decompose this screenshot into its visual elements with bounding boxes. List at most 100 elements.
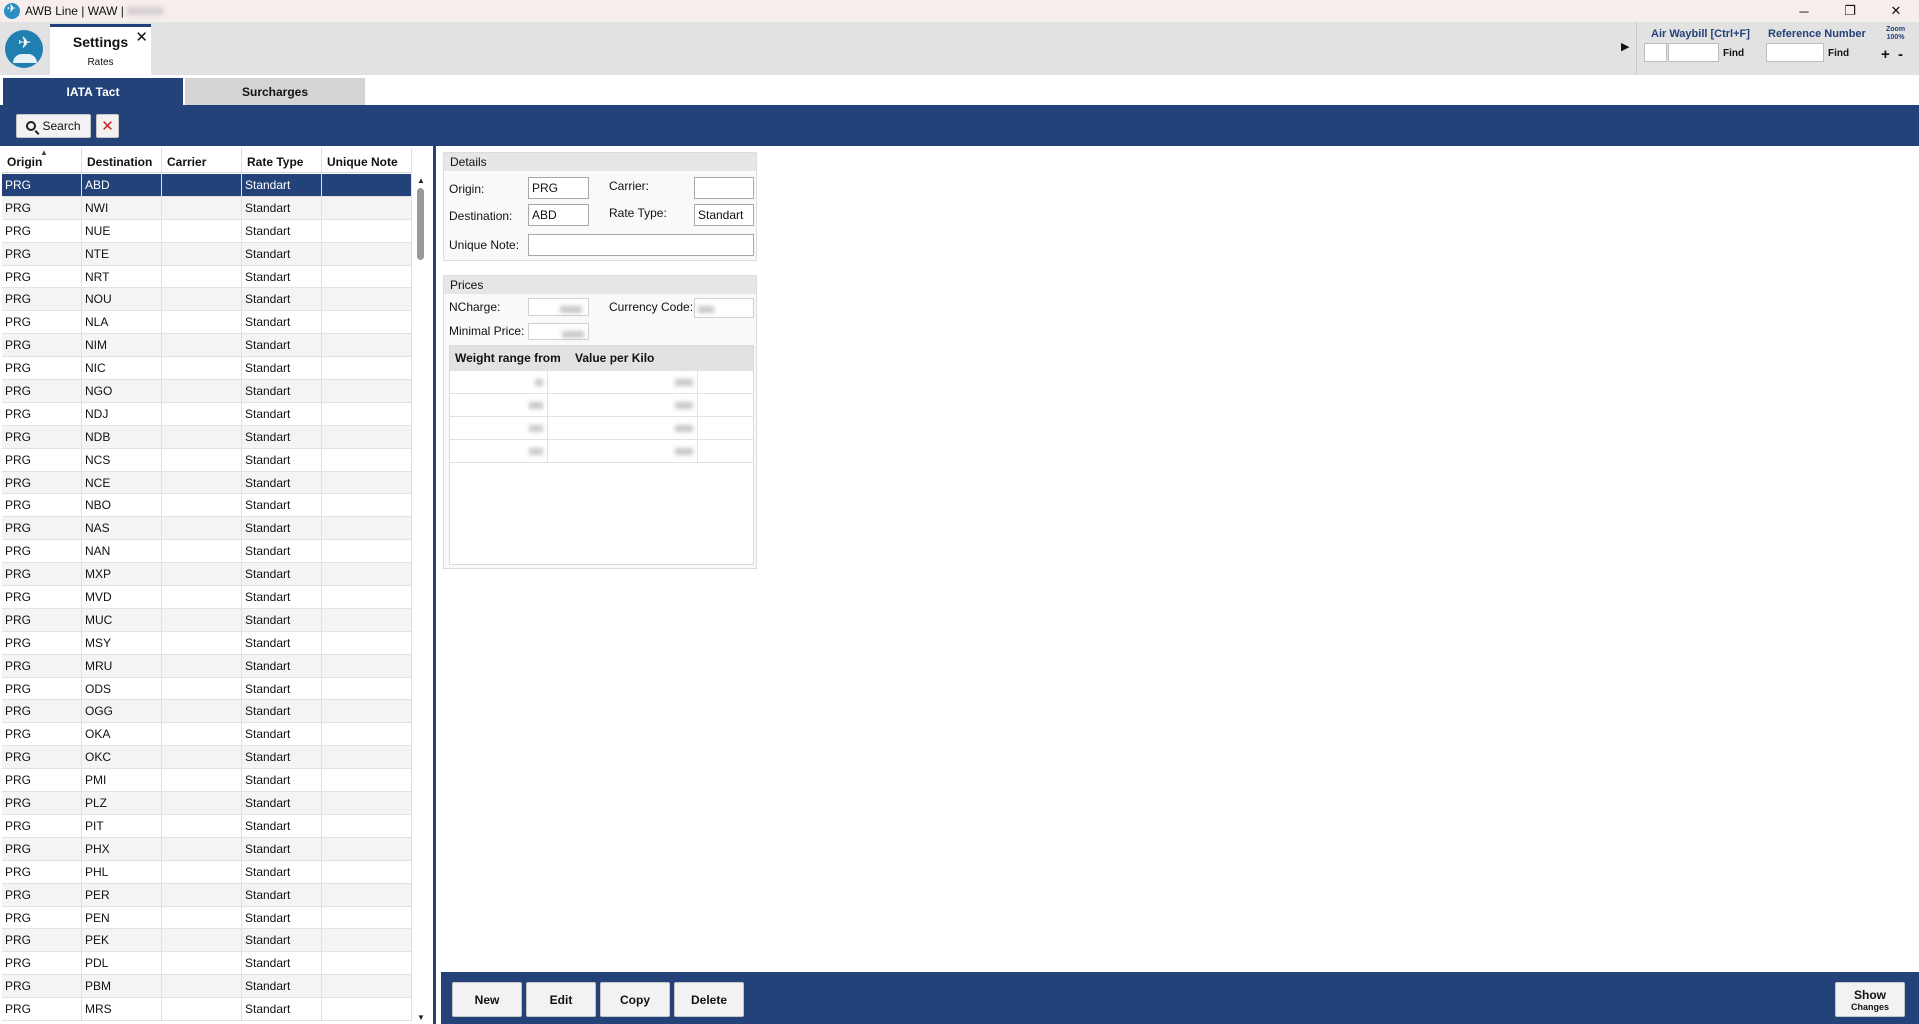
table-row[interactable]: PRG NWI Standart [2, 196, 412, 220]
cell-origin: PRG [2, 494, 82, 517]
column-header-unique-note[interactable]: Unique Note [322, 148, 412, 173]
cell-rate-type: Standart [242, 174, 322, 196]
scroll-up-icon[interactable]: ▲ [417, 176, 425, 185]
cell-carrier [162, 586, 242, 608]
weight-grid-row[interactable] [450, 371, 753, 394]
ncharge-field[interactable] [528, 298, 589, 316]
carrier-label: Carrier: [609, 179, 650, 193]
table-row[interactable]: PRG NAS Standart [2, 517, 412, 541]
zoom-in-button[interactable]: + [1881, 46, 1890, 63]
table-row[interactable]: PRG NTE Standart [2, 242, 412, 266]
table-row[interactable]: PRG PHX Standart [2, 837, 412, 861]
table-row[interactable]: PRG ABD Standart [2, 174, 412, 197]
app-logo[interactable]: ✈ [5, 30, 43, 68]
copy-button[interactable]: Copy [600, 982, 670, 1017]
table-row[interactable]: PRG OKC Standart [2, 746, 412, 770]
table-row[interactable]: PRG NIM Standart [2, 334, 412, 358]
minimize-button[interactable]: ─ [1781, 0, 1827, 22]
table-row[interactable]: PRG NDJ Standart [2, 402, 412, 426]
table-row[interactable]: PRG PBM Standart [2, 975, 412, 999]
table-row[interactable]: PRG NLA Standart [2, 311, 412, 335]
pane-splitter[interactable] [433, 146, 436, 1024]
table-row[interactable]: PRG ODS Standart [2, 677, 412, 701]
document-tab-settings[interactable]: Settings Rates ✕ [50, 24, 151, 75]
edit-button[interactable]: Edit [526, 982, 596, 1017]
cell-carrier [162, 792, 242, 814]
table-row[interactable]: PRG NCS Standart [2, 448, 412, 472]
table-row[interactable]: PRG MSY Standart [2, 631, 412, 655]
restore-button[interactable]: ❐ [1827, 0, 1873, 22]
clear-filter-button[interactable]: ✕ [96, 114, 119, 138]
table-row[interactable]: PRG NCE Standart [2, 471, 412, 495]
cell-carrier [162, 654, 242, 677]
table-row[interactable]: PRG MUC Standart [2, 608, 412, 632]
table-row[interactable]: PRG PLZ Standart [2, 792, 412, 815]
awb-find-button[interactable]: Find [1723, 48, 1744, 59]
weight-grid-header: Weight range from Value per Kilo [450, 346, 753, 371]
column-header-origin[interactable]: ▲ Origin [2, 148, 82, 173]
table-row[interactable]: PRG MVD Standart [2, 586, 412, 609]
tab-surcharges[interactable]: Surcharges [185, 78, 365, 105]
close-window-button[interactable]: ✕ [1873, 0, 1919, 22]
table-row[interactable]: PRG NIC Standart [2, 357, 412, 381]
awb-number-input[interactable] [1668, 43, 1719, 62]
column-header-destination[interactable]: Destination [82, 148, 162, 173]
module-tabs: IATA Tact Surcharges [0, 75, 1919, 105]
carrier-field[interactable] [694, 177, 754, 199]
scroll-down-icon[interactable]: ▼ [417, 1013, 425, 1022]
table-row[interactable]: PRG MRU Standart [2, 654, 412, 678]
weight-grid-row[interactable] [450, 394, 753, 417]
cell-weight-from [450, 371, 548, 393]
currency-code-field[interactable] [694, 298, 754, 318]
table-row[interactable]: PRG NGO Standart [2, 380, 412, 403]
table-row[interactable]: PRG PIT Standart [2, 814, 412, 838]
awb-prefix-input[interactable] [1644, 43, 1667, 62]
destination-label: Destination: [449, 209, 513, 223]
table-row[interactable]: PRG MXP Standart [2, 563, 412, 587]
search-button[interactable]: Search [16, 114, 91, 138]
delete-button[interactable]: Delete [674, 982, 744, 1017]
table-row[interactable]: PRG NOU Standart [2, 288, 412, 312]
table-row[interactable]: PRG NUE Standart [2, 219, 412, 243]
new-button[interactable]: New [452, 982, 522, 1017]
destination-field[interactable]: ABD [528, 204, 589, 226]
table-scrollbar[interactable]: ▲ ▼ [414, 146, 426, 1024]
table-row[interactable]: PRG NDB Standart [2, 425, 412, 449]
reference-find-button[interactable]: Find [1828, 48, 1849, 59]
table-row[interactable]: PRG PDL Standart [2, 952, 412, 976]
cell-rate-type: Standart [242, 906, 322, 929]
cell-rate-type: Standart [242, 380, 322, 402]
origin-field[interactable]: PRG [528, 177, 589, 199]
show-changes-button[interactable]: Show Changes [1835, 982, 1905, 1017]
table-row[interactable]: PRG PER Standart [2, 883, 412, 907]
table-row[interactable]: PRG PHL Standart [2, 860, 412, 884]
cell-origin: PRG [2, 608, 82, 631]
zoom-out-button[interactable]: - [1898, 46, 1903, 63]
table-row[interactable]: PRG PEN Standart [2, 906, 412, 930]
weight-grid-row[interactable] [450, 417, 753, 440]
search-icon [26, 121, 37, 131]
expand-arrow-icon[interactable]: ▶ [1621, 40, 1629, 53]
cell-destination: NGO [82, 380, 162, 402]
scroll-thumb[interactable] [417, 188, 424, 260]
tab-iata-tact[interactable]: IATA Tact [3, 78, 183, 105]
column-header-carrier[interactable]: Carrier [162, 148, 242, 173]
table-row[interactable]: PRG NRT Standart [2, 265, 412, 289]
column-header-rate-type[interactable]: Rate Type [242, 148, 322, 173]
table-row[interactable]: PRG OKA Standart [2, 723, 412, 747]
rate-type-field[interactable]: Standart [694, 204, 754, 226]
reference-number-input[interactable] [1766, 43, 1824, 62]
column-header-value-per-kilo[interactable]: Value per Kilo [570, 346, 753, 371]
table-row[interactable]: PRG NBO Standart [2, 494, 412, 518]
close-tab-icon[interactable]: ✕ [135, 28, 148, 46]
table-row[interactable]: PRG PEK Standart [2, 929, 412, 953]
weight-grid-row[interactable] [450, 440, 753, 463]
cell-rate-type: Standart [242, 814, 322, 837]
minimal-price-field[interactable] [528, 323, 589, 340]
unique-note-field[interactable] [528, 234, 754, 256]
table-row[interactable]: PRG NAN Standart [2, 540, 412, 564]
table-row[interactable]: PRG MRS Standart [2, 998, 412, 1021]
column-header-weight-from[interactable]: Weight range from [450, 346, 570, 371]
table-row[interactable]: PRG PMI Standart [2, 769, 412, 793]
table-row[interactable]: PRG OGG Standart [2, 700, 412, 724]
